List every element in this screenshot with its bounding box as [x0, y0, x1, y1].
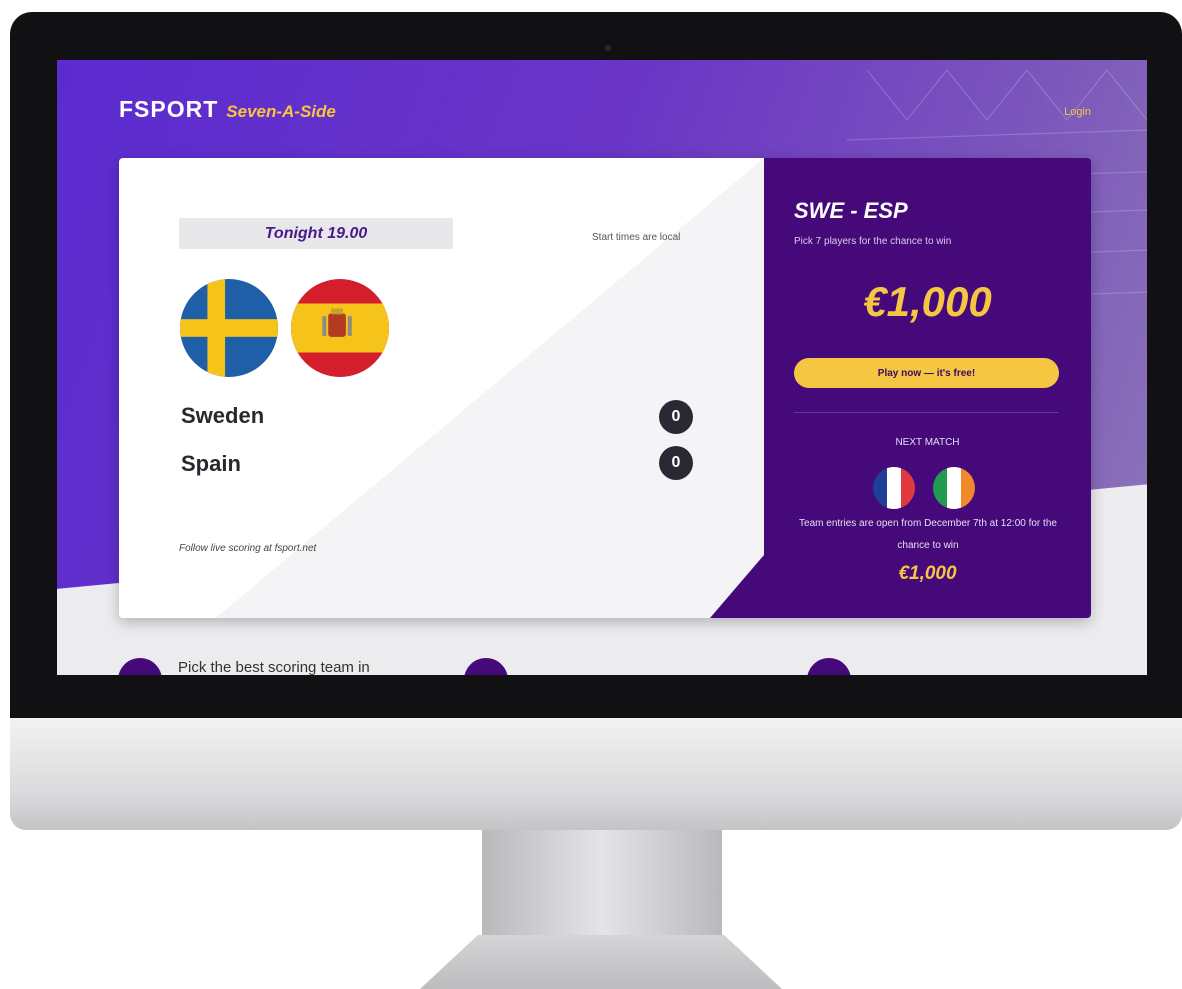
webcam-dot	[605, 45, 611, 51]
ireland-flag-icon	[933, 467, 975, 509]
brand-logo: FSPORT	[119, 96, 219, 122]
promo-panel: SWE - ESP Pick 7 players for the chance …	[710, 158, 1091, 618]
spain-flag-icon	[291, 279, 389, 377]
monitor-chin	[10, 718, 1182, 830]
live-scoring-link[interactable]: Follow live scoring at fsport.net	[179, 543, 316, 554]
monitor-stand-neck	[482, 830, 722, 940]
step-1-text: Pick the best scoring team in	[178, 659, 370, 675]
brand[interactable]: FSPORT Seven-A-Side	[119, 96, 336, 123]
score-badge-away: 0	[659, 446, 693, 480]
start-times-note: Start times are local	[592, 232, 681, 243]
next-match-label: NEXT MATCH	[895, 437, 960, 448]
play-now-button[interactable]: Play now — it's free!	[794, 358, 1059, 388]
monitor-screen: FSPORT Seven-A-Side Login Tonight 19.00 …	[57, 60, 1147, 675]
step-3-circle	[807, 658, 851, 675]
team-name-home: Sweden	[181, 403, 265, 428]
kickoff-time-badge: Tonight 19.00	[179, 218, 453, 249]
prize-amount: €1,000	[863, 278, 992, 325]
monitor-stand-foot	[420, 935, 782, 989]
step-2-circle	[464, 658, 508, 675]
match-card: Tonight 19.00 Start times are local Swed…	[119, 158, 1091, 618]
panel-divider	[794, 412, 1059, 413]
step-1-circle	[118, 658, 162, 675]
france-flag-icon	[873, 467, 915, 509]
match-pair-title: SWE - ESP	[794, 198, 908, 223]
team-name-away: Spain	[181, 451, 241, 476]
sweden-flag-icon	[180, 279, 278, 377]
score-badge-home: 0	[659, 400, 693, 434]
login-link[interactable]: Login	[1064, 106, 1091, 118]
next-prize-amount: €1,000	[898, 563, 957, 584]
match-panel: Tonight 19.00 Start times are local Swed…	[119, 158, 764, 618]
pick-players-note: Pick 7 players for the chance to win	[794, 236, 952, 247]
brand-subtitle: Seven-A-Side	[226, 102, 336, 121]
entries-open-note: Team entries are open from December 7th …	[799, 518, 1057, 551]
